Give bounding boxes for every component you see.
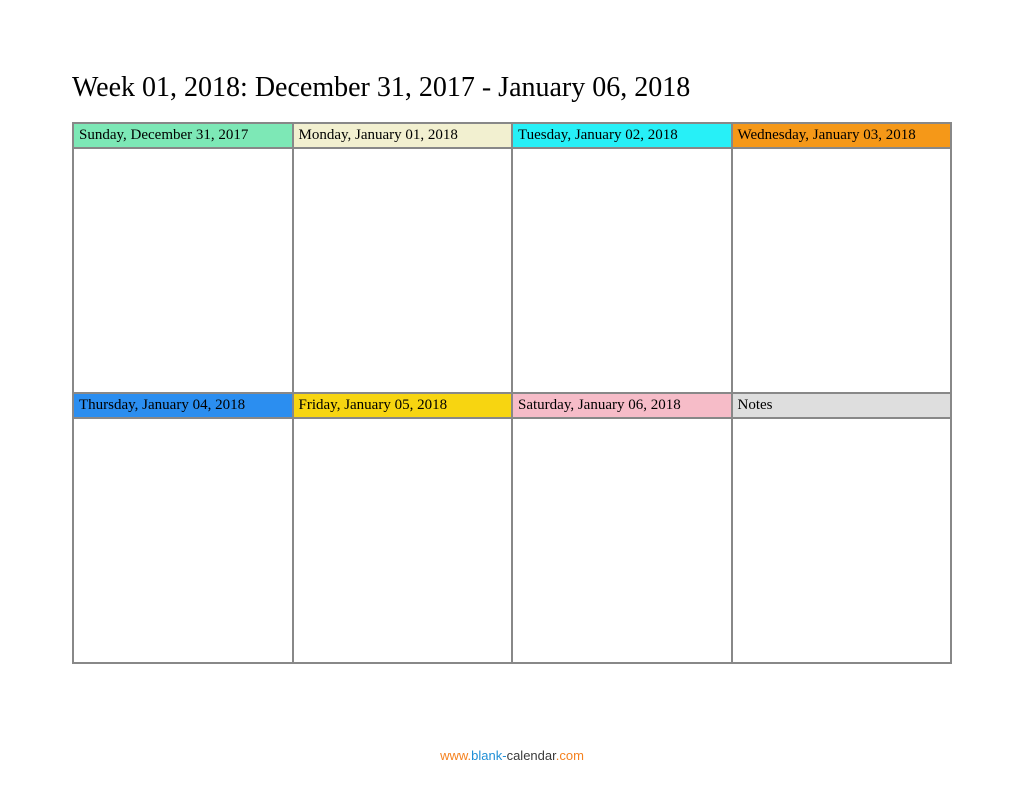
day-body-sunday <box>73 148 293 393</box>
footer-link[interactable]: www.blank-calendar.com <box>0 748 1024 763</box>
day-body-tuesday <box>512 148 732 393</box>
day-header-sunday: Sunday, December 31, 2017 <box>73 123 293 148</box>
week-calendar-page: Week 01, 2018: December 31, 2017 - Janua… <box>0 0 1024 664</box>
day-header-tuesday: Tuesday, January 02, 2018 <box>512 123 732 148</box>
day-header-monday: Monday, January 01, 2018 <box>293 123 513 148</box>
day-header-thursday: Thursday, January 04, 2018 <box>73 393 293 418</box>
page-title: Week 01, 2018: December 31, 2017 - Janua… <box>72 72 952 104</box>
day-header-friday: Friday, January 05, 2018 <box>293 393 513 418</box>
day-body-thursday <box>73 418 293 663</box>
day-header-notes: Notes <box>732 393 952 418</box>
footer-blank: blank <box>471 748 502 763</box>
day-body-monday <box>293 148 513 393</box>
day-header-wednesday: Wednesday, January 03, 2018 <box>732 123 952 148</box>
footer-www: www. <box>440 748 471 763</box>
day-body-saturday <box>512 418 732 663</box>
footer-calendar: calendar <box>507 748 556 763</box>
day-body-friday <box>293 418 513 663</box>
calendar-grid: Sunday, December 31, 2017 Monday, Januar… <box>72 122 952 664</box>
day-header-saturday: Saturday, January 06, 2018 <box>512 393 732 418</box>
day-body-wednesday <box>732 148 952 393</box>
day-body-notes <box>732 418 952 663</box>
footer-com: .com <box>556 748 584 763</box>
